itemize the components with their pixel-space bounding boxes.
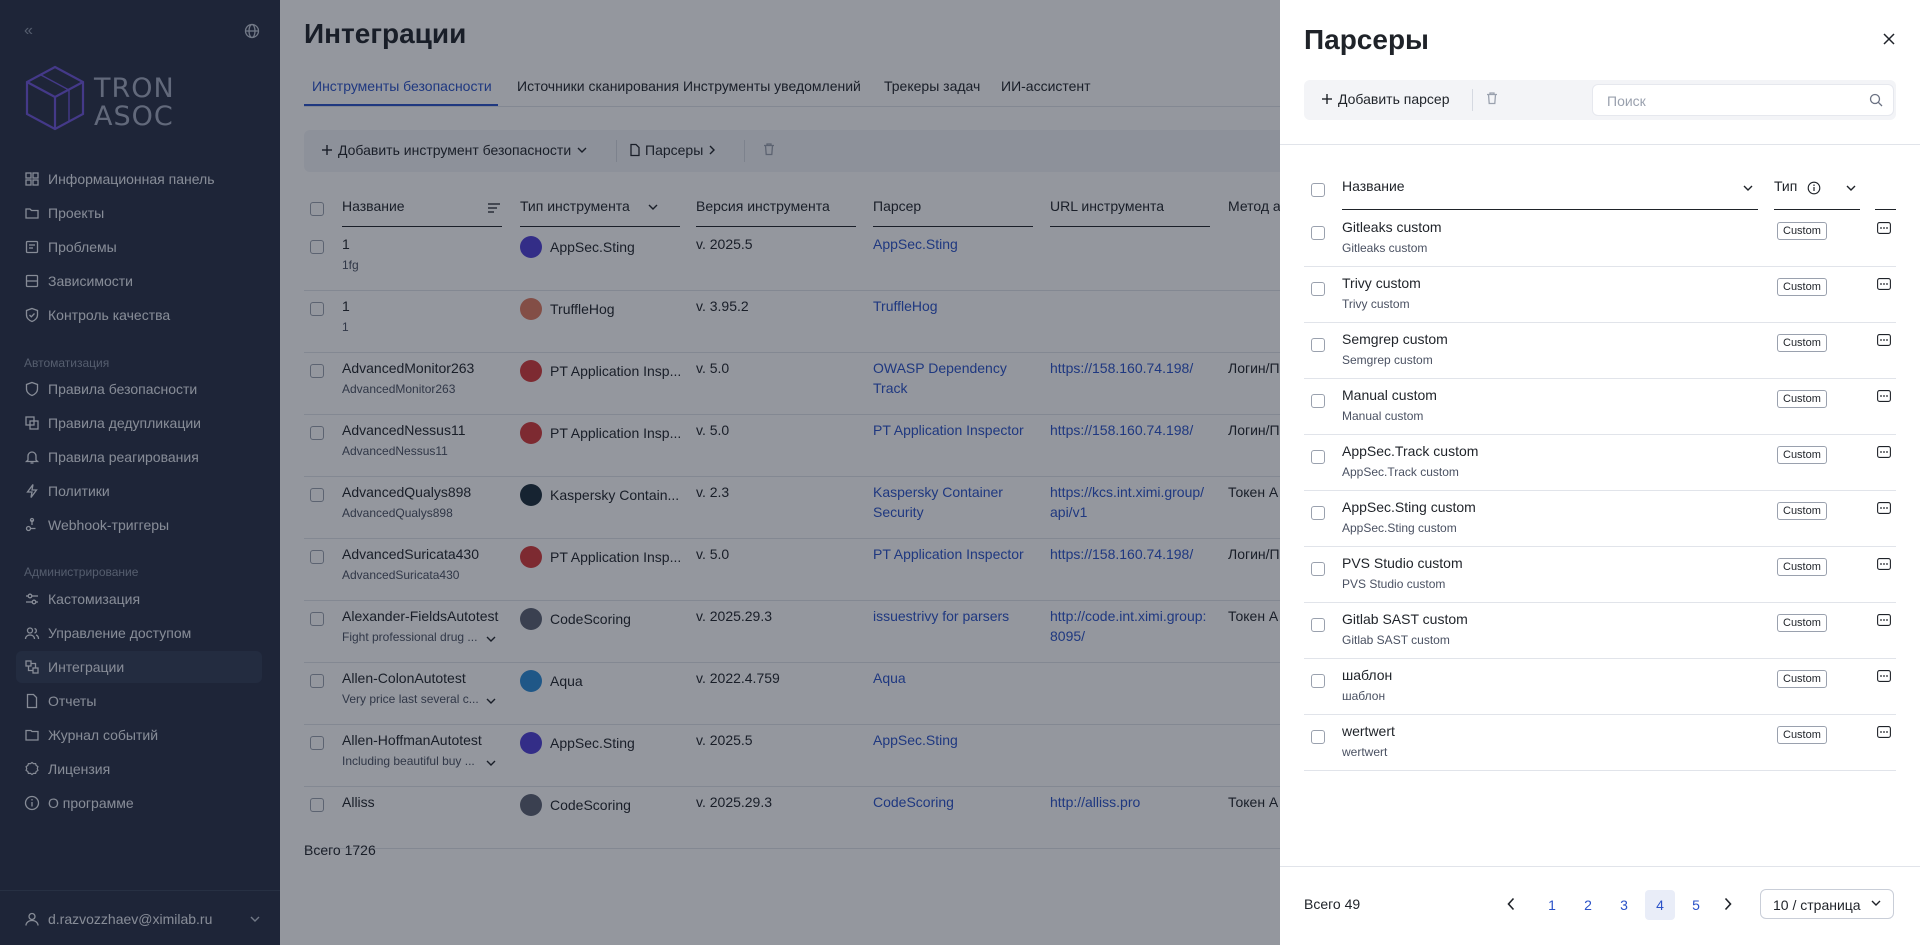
type-badge: Custom [1777,222,1827,240]
type-badge: Custom [1777,502,1827,520]
row-actions-icon[interactable] [1877,502,1891,514]
parser-name: AppSec.Track custom [1342,443,1479,459]
type-badge: Custom [1777,614,1827,632]
parser-description: шаблон [1342,689,1386,703]
row-actions-icon[interactable] [1877,334,1891,346]
chevron-down-icon[interactable] [1743,185,1753,191]
parser-row[interactable]: Gitleaks custom Gitleaks custom Custom [1304,210,1896,267]
row-checkbox[interactable] [1311,730,1325,744]
parser-row[interactable]: PVS Studio custom PVS Studio custom Custom [1304,546,1896,603]
page-5[interactable]: 5 [1681,890,1711,920]
divider [1280,144,1920,145]
parser-description: PVS Studio custom [1342,577,1446,591]
parser-name: шаблон [1342,667,1393,683]
type-badge: Custom [1777,334,1827,352]
toolbar-divider [1472,89,1473,111]
drawer-title: Парсеры [1304,24,1429,55]
parser-name: Gitleaks custom [1342,219,1442,235]
parser-description: AppSec.Track custom [1342,465,1459,479]
parser-name: PVS Studio custom [1342,555,1463,571]
row-checkbox[interactable] [1311,394,1325,408]
parsers-drawer: Парсеры Добавить парсер Название Тип Git… [1280,0,1920,945]
type-badge: Custom [1777,558,1827,576]
parser-row[interactable]: Gitlab SAST custom Gitlab SAST custom Cust… [1304,602,1896,659]
row-checkbox[interactable] [1311,562,1325,576]
column-header-type[interactable]: Тип [1774,178,1797,210]
parser-row[interactable]: Trivy custom Trivy custom Custom [1304,266,1896,323]
search-input[interactable] [1605,92,1859,110]
parser-description: Semgrep custom [1342,353,1433,367]
parsers-total: Всего 49 [1304,896,1361,912]
page-4[interactable]: 4 [1645,890,1675,920]
row-actions-icon[interactable] [1877,726,1891,738]
row-checkbox[interactable] [1311,450,1325,464]
plus-icon [1322,94,1332,104]
parser-description: wertwert [1342,745,1388,759]
delete-parser-button[interactable] [1485,91,1499,105]
info-icon[interactable] [1807,181,1821,195]
parser-name: Trivy custom [1342,275,1421,291]
parser-name: AppSec.Sting custom [1342,499,1476,515]
column-header-name[interactable]: Название [1342,178,1405,210]
row-actions-icon[interactable] [1877,222,1891,234]
select-all-checkbox[interactable] [1311,183,1325,197]
trash-icon [1487,92,1497,105]
type-badge: Custom [1777,278,1827,296]
chevron-down-icon[interactable] [1846,185,1856,191]
parser-row[interactable]: Semgrep custom Semgrep custom Custom [1304,322,1896,379]
parser-row[interactable]: wertwert wertwert Custom [1304,714,1896,771]
type-badge: Custom [1777,726,1827,744]
row-checkbox[interactable] [1311,226,1325,240]
parser-row[interactable]: Manual custom Manual custom Custom [1304,378,1896,435]
parser-description: Gitlab SAST custom [1342,633,1450,647]
close-icon[interactable] [1882,32,1896,46]
parser-description: Trivy custom [1342,297,1410,311]
parser-description: AppSec.Sting custom [1342,521,1457,535]
row-checkbox[interactable] [1311,674,1325,688]
type-badge: Custom [1777,390,1827,408]
search-icon[interactable] [1869,93,1883,107]
parser-row[interactable]: шаблон шаблон Custom [1304,658,1896,715]
search-box [1592,84,1894,116]
row-checkbox[interactable] [1311,282,1325,296]
row-actions-icon[interactable] [1877,390,1891,402]
parser-description: Gitleaks custom [1342,241,1428,255]
page-3[interactable]: 3 [1609,890,1639,920]
parser-row[interactable]: AppSec.Track custom AppSec.Track custom Cu… [1304,434,1896,491]
parser-name: wertwert [1342,723,1395,739]
row-checkbox[interactable] [1311,338,1325,352]
parser-name: Semgrep custom [1342,331,1448,347]
parser-name: Gitlab SAST custom [1342,611,1468,627]
type-badge: Custom [1777,670,1827,688]
row-checkbox[interactable] [1311,506,1325,520]
parser-name: Manual custom [1342,387,1437,403]
type-badge: Custom [1777,446,1827,464]
row-checkbox[interactable] [1311,618,1325,632]
row-actions-icon[interactable] [1877,558,1891,570]
divider [1280,866,1920,867]
page-size-select[interactable]: 10 / страница [1760,889,1894,919]
row-actions-icon[interactable] [1877,614,1891,626]
row-actions-icon[interactable] [1877,670,1891,682]
add-parser-button[interactable]: Добавить парсер [1320,91,1450,107]
chevron-right-icon[interactable] [1724,897,1732,911]
chevron-down-icon [1871,900,1881,906]
page-1[interactable]: 1 [1537,890,1567,920]
row-actions-icon[interactable] [1877,446,1891,458]
chevron-left-icon[interactable] [1507,897,1515,911]
parser-row[interactable]: AppSec.Sting custom AppSec.Sting custom Cu… [1304,490,1896,547]
modal-overlay[interactable] [0,0,1280,945]
drawer-toolbar: Добавить парсер [1304,80,1896,120]
page-2[interactable]: 2 [1573,890,1603,920]
row-actions-icon[interactable] [1877,278,1891,290]
parser-description: Manual custom [1342,409,1424,423]
